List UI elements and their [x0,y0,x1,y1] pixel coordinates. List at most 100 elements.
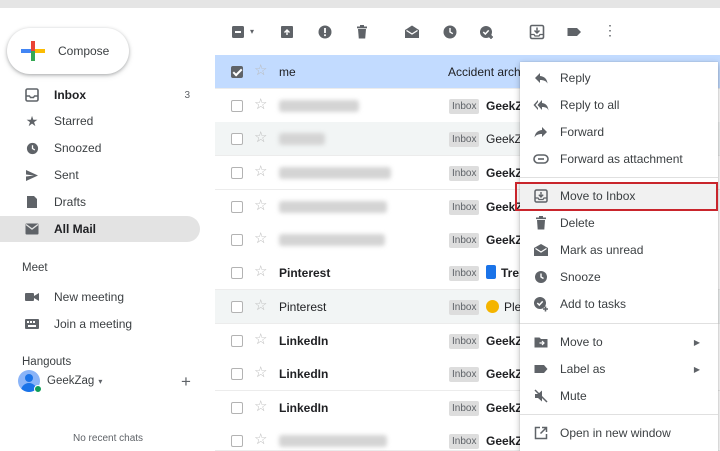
sidebar-item-join-meeting[interactable]: Join a meeting [0,311,200,337]
label-icon [533,361,549,377]
add-chat-plus-icon[interactable]: + [181,372,191,392]
row-checkbox[interactable] [231,167,243,179]
inbox-count: 3 [184,89,190,101]
folder-icon [533,334,549,350]
row-subject: Accident arch [448,65,521,79]
menu-item-label-as[interactable]: Label as ▶ [520,356,718,382]
star-icon[interactable]: ☆ [254,130,267,146]
row-subject: GeekZ [486,367,523,381]
menu-item-delete[interactable]: Delete [520,210,718,236]
star-icon[interactable]: ☆ [254,399,267,415]
sidebar-item-new-meeting[interactable]: New meeting [0,284,200,310]
blurred-sender [279,167,391,179]
menu-item-add-to-tasks[interactable]: Add to tasks [520,291,718,317]
row-checkbox[interactable] [231,267,243,279]
mark-unread-icon[interactable] [404,24,420,40]
menu-item-forward-attachment[interactable]: Forward as attachment [520,146,718,172]
inbox-badge: Inbox [449,401,480,416]
archive-icon[interactable] [279,24,295,40]
menu-item-snooze[interactable]: Snooze [520,264,718,290]
forward-icon [533,124,549,140]
select-dropdown-chevron-icon[interactable]: ▾ [250,27,266,43]
menu-item-label: Add to tasks [560,297,627,311]
star-icon[interactable]: ☆ [254,298,267,314]
menu-item-reply[interactable]: Reply [520,65,718,91]
menu-item-label: Move to [560,335,603,349]
menu-item-reply-all[interactable]: Reply to all [520,92,718,118]
send-icon [22,169,42,182]
row-checkbox[interactable] [231,402,243,414]
meet-heading: Meet [22,262,48,274]
trash-icon[interactable] [354,24,370,40]
top-strip [0,0,720,8]
star-icon[interactable]: ☆ [254,198,267,214]
inbox-badge: Inbox [449,266,480,281]
hangouts-user[interactable]: GeekZag ▾ [18,370,102,392]
star-icon[interactable]: ☆ [254,164,267,180]
row-checkbox[interactable] [231,201,243,213]
more-options-icon[interactable]: ⋮ [603,22,619,38]
row-checkbox[interactable] [231,133,243,145]
row-checkbox[interactable] [231,234,243,246]
inbox-badge: Inbox [449,233,480,248]
row-checkbox[interactable] [231,301,243,313]
keyboard-icon [22,319,42,329]
open-new-window-icon [533,425,549,441]
add-task-icon[interactable] [479,24,495,40]
sidebar-item-sent[interactable]: Sent [0,162,200,188]
menu-item-open-new-window[interactable]: Open in new window [520,420,718,446]
row-subject: Tre [501,266,520,280]
menu-item-move-to[interactable]: Move to ▶ [520,329,718,355]
clock-icon [22,142,42,155]
inbox-icon [22,88,42,102]
row-subject: GeekZ [486,334,523,348]
sidebar-item-all-mail[interactable]: All Mail [0,216,200,242]
select-all-checkbox-icon[interactable] [231,24,247,40]
hangouts-heading: Hangouts [22,356,72,368]
sidebar-item-starred[interactable]: ★ Starred [0,108,200,134]
menu-item-forward[interactable]: Forward [520,119,718,145]
menu-item-mark-unread[interactable]: Mark as unread [520,237,718,263]
menu-item-mute[interactable]: Mute [520,383,718,409]
star-icon[interactable]: ☆ [254,365,267,381]
sidebar-item-snoozed[interactable]: Snoozed [0,135,200,161]
menu-item-label: Mute [560,389,587,403]
star-icon[interactable]: ☆ [254,231,267,247]
inbox-badge: Inbox [449,132,480,147]
row-subject: GeekZ [486,99,523,113]
row-checkbox[interactable] [231,435,243,447]
row-checkbox[interactable] [231,66,243,78]
star-icon: ★ [25,112,39,129]
sidebar-item-drafts[interactable]: Drafts [0,189,200,215]
toolbar: ▾ ⋮ [215,8,720,55]
add-task-icon [533,296,549,312]
blurred-sender [279,100,359,112]
row-subject: GeekZ [486,434,523,448]
row-checkbox[interactable] [231,335,243,347]
blurred-sender [279,234,385,246]
row-sender: LinkedIn [279,401,329,415]
row-sender: Pinterest [279,300,327,314]
compose-button[interactable]: Compose [7,28,129,74]
move-to-inbox-icon[interactable] [529,24,545,40]
report-spam-icon[interactable] [317,24,333,40]
star-icon[interactable]: ☆ [254,332,267,348]
trash-icon [533,215,549,231]
label-icon[interactable] [566,24,582,40]
snooze-icon[interactable] [442,24,458,40]
mark-unread-icon [533,242,549,258]
star-icon[interactable]: ☆ [254,432,267,448]
phone-emoji-icon [486,265,496,279]
row-checkbox[interactable] [231,100,243,112]
star-icon[interactable]: ☆ [254,63,267,79]
row-sender: LinkedIn [279,334,329,348]
menu-divider [520,177,718,178]
sidebar-item-inbox[interactable]: Inbox 3 [0,82,200,108]
mail-icon [22,223,42,235]
star-icon[interactable]: ☆ [254,264,267,280]
menu-item-label: Forward [560,125,605,139]
star-icon[interactable]: ☆ [254,97,267,113]
submenu-arrow-icon: ▶ [693,364,700,374]
context-menu: Reply Reply to all Forward Forward as at… [520,62,718,451]
row-checkbox[interactable] [231,368,243,380]
